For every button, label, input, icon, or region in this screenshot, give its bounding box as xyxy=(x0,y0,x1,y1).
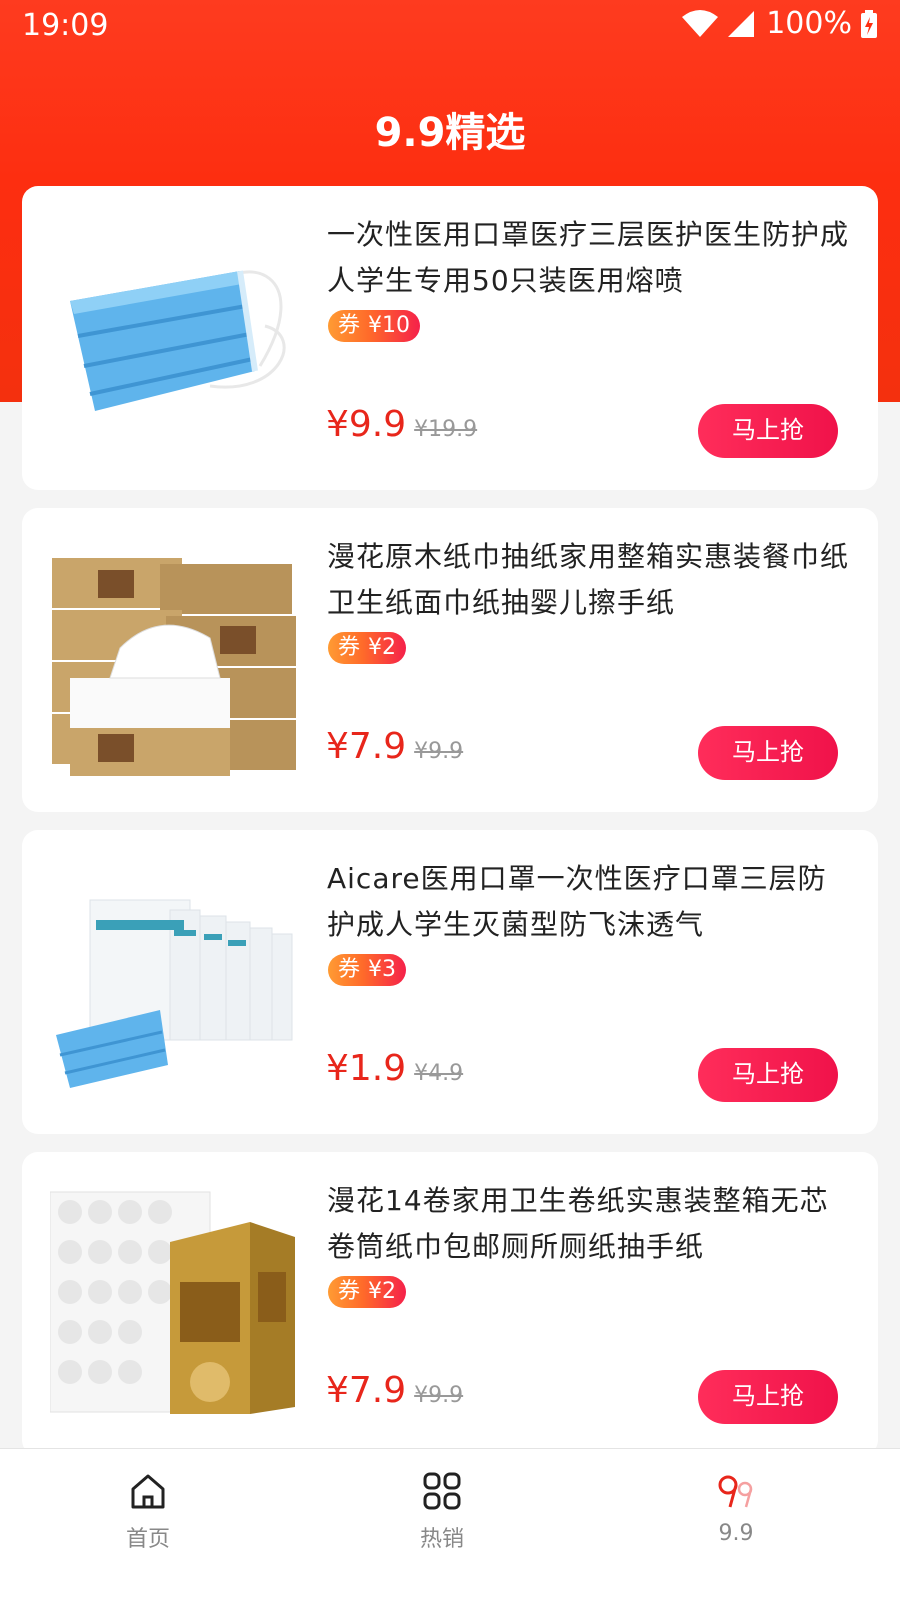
price-row: ¥9.9 ¥19.9 xyxy=(326,404,477,445)
status-time: 19:09 xyxy=(22,8,109,43)
status-icons: 100% xyxy=(680,6,878,41)
original-price: ¥9.9 xyxy=(414,739,464,764)
original-price: ¥9.9 xyxy=(414,1383,464,1408)
coupon-label: 券 xyxy=(338,635,361,660)
mask-image[interactable] xyxy=(50,216,300,456)
signal-icon xyxy=(726,9,756,39)
mask-pack-image[interactable] xyxy=(50,860,300,1100)
product-name[interactable]: 漫花原木纸巾抽纸家用整箱实惠装餐巾纸卫生纸面巾纸抽婴儿擦手纸 xyxy=(327,534,852,626)
tab-nine-nine[interactable]: 9.9 xyxy=(636,1449,836,1600)
coupon-value: ¥2 xyxy=(368,635,397,660)
buy-now-button[interactable]: 马上抢 xyxy=(698,1370,838,1424)
product-card[interactable]: Aicare医用口罩一次性医疗口罩三层防护成人学生灭菌型防飞沫透气 券 ¥3 ¥… xyxy=(22,830,878,1134)
grid-icon xyxy=(422,1471,462,1511)
home-icon xyxy=(128,1471,168,1511)
price-row: ¥1.9 ¥4.9 xyxy=(326,1048,463,1089)
coupon-label: 券 xyxy=(338,957,361,982)
nine-nine-icon xyxy=(716,1471,756,1511)
bottom-tab-bar: 首页 热销 9.9 xyxy=(0,1448,900,1600)
current-price: ¥9.9 xyxy=(326,404,407,445)
product-list: 一次性医用口罩医疗三层医护医生防护成人学生专用50只装医用熔喷 券 ¥10 ¥9… xyxy=(22,186,878,1474)
page-title: 9.9精选 xyxy=(374,110,526,156)
tab-label: 9.9 xyxy=(718,1521,754,1546)
product-card[interactable]: 漫花原木纸巾抽纸家用整箱实惠装餐巾纸卫生纸面巾纸抽婴儿擦手纸 券 ¥2 ¥7.9… xyxy=(22,508,878,812)
tab-label: 首页 xyxy=(125,1527,170,1552)
product-name[interactable]: 漫花14卷家用卫生卷纸实惠装整箱无芯卷筒纸巾包邮厕所厕纸抽手纸 xyxy=(327,1178,852,1270)
product-name[interactable]: Aicare医用口罩一次性医疗口罩三层防护成人学生灭菌型防飞沫透气 xyxy=(327,856,852,948)
toilet-roll-image[interactable] xyxy=(50,1182,300,1422)
buy-now-button[interactable]: 马上抢 xyxy=(698,1048,838,1102)
original-price: ¥19.9 xyxy=(414,417,478,442)
coupon-label: 券 xyxy=(338,1279,361,1304)
tissue-box-image[interactable] xyxy=(50,538,300,778)
wifi-icon xyxy=(680,9,720,39)
battery-percentage: 100% xyxy=(766,6,852,41)
coupon-badge: 券 ¥2 xyxy=(328,632,407,664)
current-price: ¥7.9 xyxy=(326,726,407,767)
coupon-value: ¥2 xyxy=(368,1279,397,1304)
status-bar: 19:09 100% xyxy=(0,0,900,52)
tab-label: 热销 xyxy=(419,1527,464,1552)
current-price: ¥7.9 xyxy=(326,1370,407,1411)
current-price: ¥1.9 xyxy=(326,1048,407,1089)
coupon-badge: 券 ¥2 xyxy=(328,1276,407,1308)
original-price: ¥4.9 xyxy=(414,1061,464,1086)
buy-now-button[interactable]: 马上抢 xyxy=(698,726,838,780)
price-row: ¥7.9 ¥9.9 xyxy=(326,726,463,767)
coupon-value: ¥3 xyxy=(368,957,397,982)
coupon-value: ¥10 xyxy=(368,313,411,338)
coupon-label: 券 xyxy=(338,313,361,338)
battery-icon xyxy=(860,9,878,39)
buy-now-button[interactable]: 马上抢 xyxy=(698,404,838,458)
coupon-badge: 券 ¥10 xyxy=(328,310,421,342)
price-row: ¥7.9 ¥9.9 xyxy=(326,1370,463,1411)
tab-hot[interactable]: 热销 xyxy=(342,1449,542,1600)
coupon-badge: 券 ¥3 xyxy=(328,954,407,986)
product-name[interactable]: 一次性医用口罩医疗三层医护医生防护成人学生专用50只装医用熔喷 xyxy=(327,212,852,304)
tab-home[interactable]: 首页 xyxy=(48,1449,248,1600)
product-card[interactable]: 漫花14卷家用卫生卷纸实惠装整箱无芯卷筒纸巾包邮厕所厕纸抽手纸 券 ¥2 ¥7.… xyxy=(22,1152,878,1456)
product-card[interactable]: 一次性医用口罩医疗三层医护医生防护成人学生专用50只装医用熔喷 券 ¥10 ¥9… xyxy=(22,186,878,490)
